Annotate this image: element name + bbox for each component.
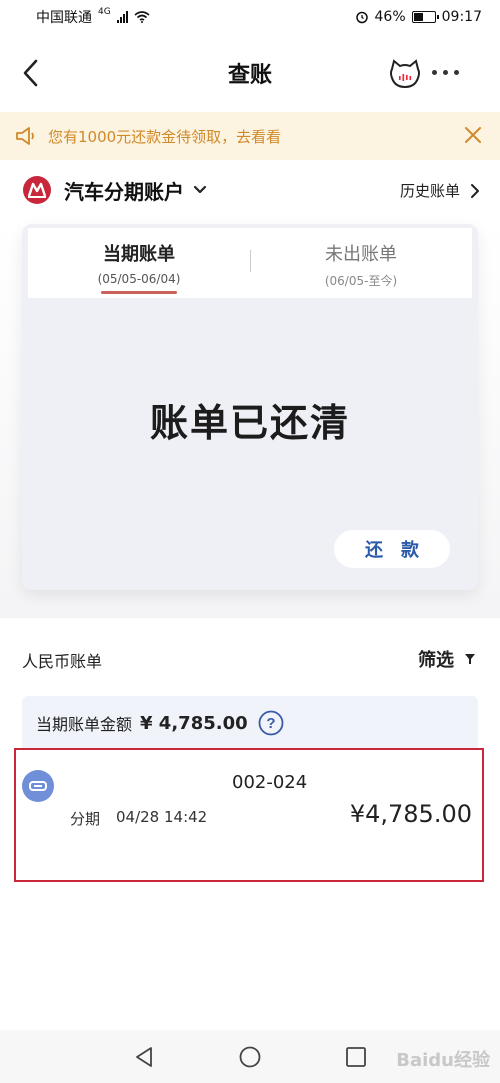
chevron-down-icon[interactable] [192,182,208,198]
tab-current-date: (05/05-06/04) [97,272,181,286]
summary-label: 当期账单金额 [36,715,133,734]
customer-service-icon[interactable] [388,58,422,90]
status-bar: 中国联通 4G 46% 09:17 [0,0,500,34]
battery-icon [411,11,439,23]
speaker-icon [16,127,34,145]
clock: 09:17 [441,9,482,25]
system-recents-icon[interactable] [345,1046,367,1068]
account-selector[interactable]: 汽车分期账户 [64,176,184,205]
more-options-icon[interactable] [432,70,459,75]
transaction-type: 分期 [70,810,101,828]
status-left: 中国联通 4G [36,7,150,27]
help-icon[interactable]: ? [258,710,284,736]
bank-logo-icon [23,176,51,204]
status-right: 46% 09:17 [355,9,482,25]
tab-active-underline [101,291,177,294]
summary-amount: ¥ 4,785.00 [140,712,248,734]
tab-current-bill[interactable]: 当期账单 (05/05-06/04) [28,228,250,298]
transaction-time: 04/28 14:42 [116,808,208,826]
filter-label: 筛选 [418,650,454,671]
back-arrow-icon[interactable] [18,56,44,90]
page-title: 查账 [227,63,272,88]
nav-bar: 查账 [0,34,500,112]
notice-text[interactable]: 您有1000元还款金待领取，去看看 [48,126,281,147]
close-icon[interactable] [464,126,482,144]
watermark-text: Baidu经验 [396,1050,490,1071]
transaction-description: 002-024 [232,772,308,793]
tab-unbilled[interactable]: 未出账单 (06/05-至今) [250,228,472,298]
tab-unbilled-label: 未出账单 [325,244,397,265]
account-row: 汽车分期账户 历史账单 [0,160,500,220]
carrier-label: 中国联通 [36,10,92,26]
notice-bar[interactable]: 您有1000元还款金待领取，去看看 [0,112,500,160]
transaction-item[interactable]: 002-024 分期 04/28 14:42 ¥4,785.00 [14,748,484,882]
tab-current-label: 当期账单 [103,244,175,265]
bill-tabs: 当期账单 (05/05-06/04) 未出账单 (06/05-至今) [28,228,472,298]
bill-summary: 当期账单金额 ¥ 4,785.00 ? [22,696,478,750]
repay-button[interactable]: 还款 [334,530,450,568]
filter-button[interactable]: 筛选 [418,646,476,672]
wifi-icon [134,11,150,23]
signal-icon [116,11,128,23]
filter-icon [465,654,475,664]
system-back-icon[interactable] [133,1046,155,1068]
chevron-right-icon [471,183,479,198]
bill-card: 当期账单 (05/05-06/04) 未出账单 (06/05-至今) 账单已还清… [22,224,478,590]
system-home-icon[interactable] [239,1046,261,1068]
currency-label: 人民币账单 [22,652,103,671]
network-label: 4G [98,7,111,17]
bill-list-sheet: 人民币账单 筛选 当期账单金额 ¥ 4,785.00 ? 002-024 分期 … [0,618,500,1030]
history-bill-label: 历史账单 [399,182,460,200]
svg-text:?: ? [266,715,275,732]
battery-fill [413,13,423,21]
tab-unbilled-date: (06/05-至今) [324,274,398,288]
battery-percent: 46% [374,9,406,25]
alarm-icon [355,11,368,24]
bill-card-area: 当期账单 (05/05-06/04) 未出账单 (06/05-至今) 账单已还清… [0,220,500,618]
tab-divider [250,250,251,272]
transaction-amount: ¥4,785.00 [349,800,472,828]
installment-icon [22,770,54,802]
history-bill-link[interactable]: 历史账单 [400,180,480,201]
bill-status: 账单已还清 [149,400,350,445]
